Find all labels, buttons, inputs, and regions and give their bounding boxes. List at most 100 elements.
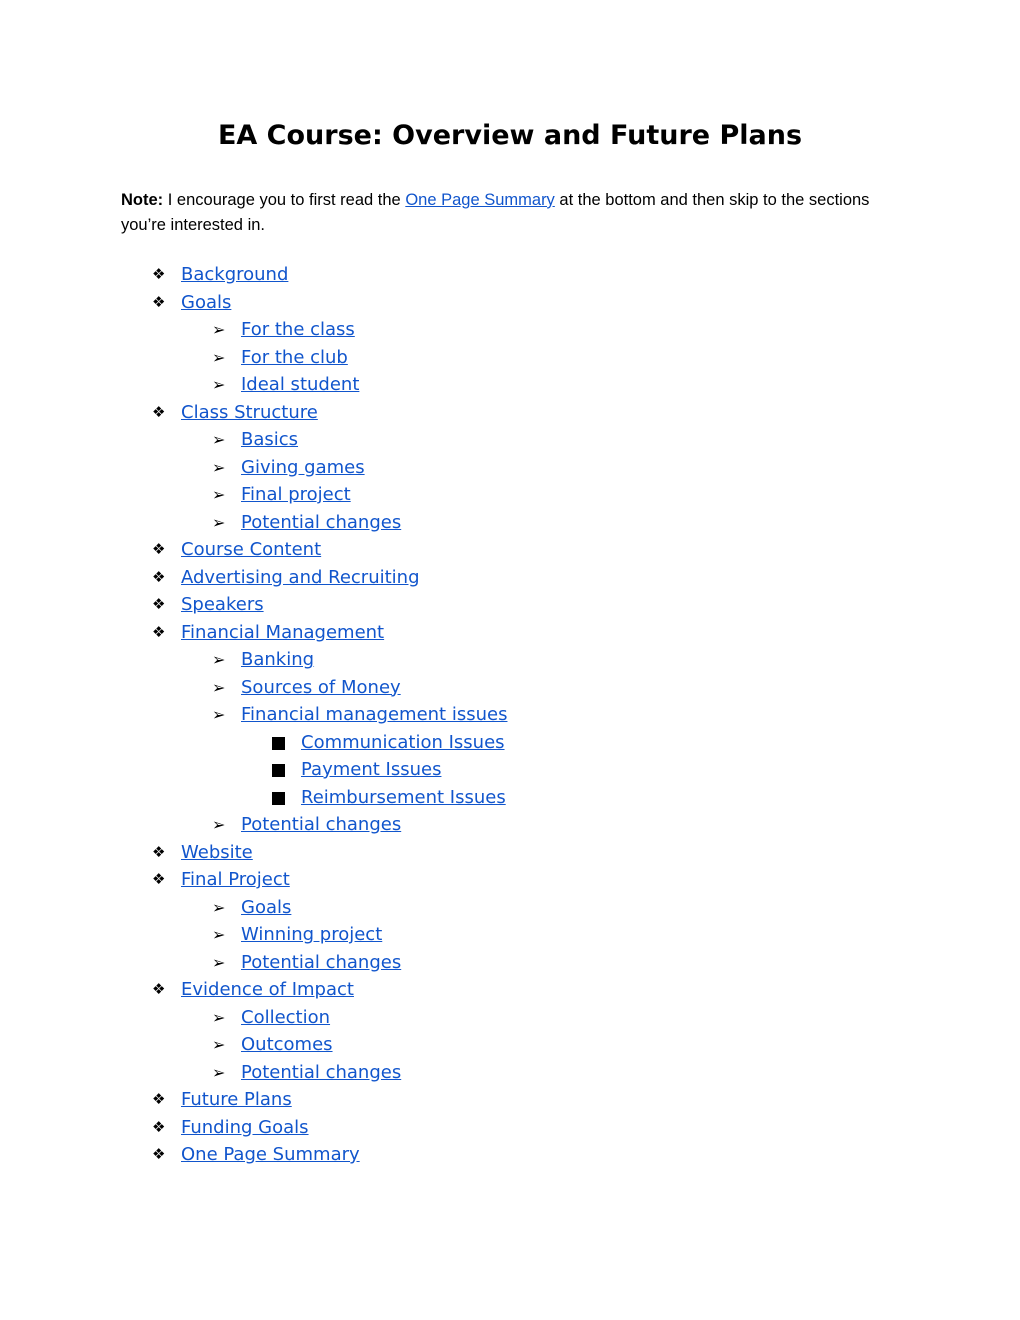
toc-link[interactable]: Goals (241, 894, 291, 922)
toc-item: ❖ Evidence of Impact (0, 976, 1020, 1004)
toc-item: Communication Issues (0, 729, 1020, 757)
arrow-bullet-icon: ➢ (212, 320, 226, 339)
diamond-bullet-icon: ❖ (152, 567, 166, 586)
note-text-before: I encourage you to first read the (163, 191, 406, 209)
square-bullet-icon (272, 764, 285, 777)
arrow-bullet-icon: ➢ (212, 375, 226, 394)
toc-link[interactable]: Potential changes (241, 1059, 401, 1087)
toc-item: Reimbursement Issues (0, 784, 1020, 812)
diamond-bullet-icon: ❖ (152, 402, 166, 421)
toc-item: ➢ Goals (0, 894, 1020, 922)
toc-link[interactable]: Goals (181, 289, 231, 317)
toc-link[interactable]: Final project (241, 481, 351, 509)
toc-link[interactable]: Payment Issues (301, 756, 441, 784)
toc-link[interactable]: Financial management issues (241, 701, 507, 729)
toc-item: ❖ Speakers (0, 591, 1020, 619)
toc-link[interactable]: Background (181, 261, 288, 289)
toc-link[interactable]: Potential changes (241, 509, 401, 537)
arrow-bullet-icon: ➢ (212, 485, 226, 504)
toc-link[interactable]: Website (181, 839, 253, 867)
toc-item: ❖ Advertising and Recruiting (0, 564, 1020, 592)
table-of-contents: ❖ Background ❖ Goals ➢ For the class ➢ For the … (0, 261, 1020, 1169)
toc-item: ➢ Potential changes (0, 811, 1020, 839)
toc-item: ❖ Goals (0, 289, 1020, 317)
toc-link[interactable]: Sources of Money (241, 674, 401, 702)
diamond-bullet-icon: ❖ (152, 265, 166, 283)
toc-link[interactable]: For the club (241, 344, 348, 372)
toc-item: ➢ For the class (0, 316, 1020, 344)
toc-link[interactable]: Potential changes (241, 811, 401, 839)
toc-link[interactable]: One Page Summary (181, 1141, 360, 1169)
arrow-bullet-icon: ➢ (212, 512, 226, 532)
toc-item: ➢ Final project (0, 481, 1020, 509)
arrow-bullet-icon: ➢ (212, 1062, 226, 1082)
document-title: EA Course: Overview and Future Plans (217, 120, 803, 151)
toc-link[interactable]: Collection (241, 1004, 330, 1032)
one-page-summary-link[interactable]: One Page Summary (405, 191, 554, 209)
toc-item: ➢ Winning project (0, 921, 1020, 949)
toc-link[interactable]: Future Plans (181, 1086, 292, 1114)
arrow-bullet-icon: ➢ (212, 815, 226, 834)
toc-link[interactable]: Outcomes (241, 1031, 333, 1059)
arrow-bullet-icon: ➢ (212, 677, 226, 697)
arrow-bullet-icon: ➢ (212, 650, 226, 669)
toc-item: ➢ Potential changes (0, 949, 1020, 977)
toc-link[interactable]: Evidence of Impact (181, 976, 354, 1004)
arrow-bullet-icon: ➢ (212, 347, 226, 367)
toc-item: ❖ Background (0, 261, 1020, 289)
toc-link[interactable]: Course Content (181, 536, 321, 564)
note-paragraph: Note: I encourage you to first read the … (121, 188, 901, 238)
arrow-bullet-icon: ➢ (212, 457, 226, 477)
toc-link[interactable]: Banking (241, 646, 314, 674)
toc-item: ❖ Future Plans (0, 1086, 1020, 1114)
toc-link[interactable]: For the class (241, 316, 355, 344)
diamond-bullet-icon: ❖ (152, 595, 166, 613)
square-bullet-icon (272, 736, 285, 750)
toc-link[interactable]: Advertising and Recruiting (181, 564, 420, 592)
toc-link[interactable]: Funding Goals (181, 1114, 309, 1142)
square-bullet-icon (272, 791, 285, 805)
diamond-bullet-icon: ❖ (152, 540, 166, 558)
diamond-bullet-icon: ❖ (152, 1117, 166, 1136)
arrow-bullet-icon: ➢ (212, 897, 226, 917)
toc-item: ➢ Potential changes (0, 509, 1020, 537)
toc-item: ➢ Outcomes (0, 1031, 1020, 1059)
toc-item: ❖ Class Structure (0, 399, 1020, 427)
toc-link[interactable]: Speakers (181, 591, 264, 619)
toc-item: ❖ Final Project (0, 866, 1020, 894)
toc-item: ❖ Website (0, 839, 1020, 867)
arrow-bullet-icon: ➢ (212, 1007, 226, 1027)
arrow-bullet-icon: ➢ (212, 705, 226, 724)
diamond-bullet-icon: ❖ (152, 980, 166, 998)
toc-link[interactable]: Potential changes (241, 949, 401, 977)
toc-item: ➢ Potential changes (0, 1059, 1020, 1087)
toc-link[interactable]: Ideal student (241, 371, 359, 399)
toc-item: ➢ Basics (0, 426, 1020, 454)
toc-item: ❖ Course Content (0, 536, 1020, 564)
note-label: Note: (121, 191, 164, 209)
toc-item: ❖ Funding Goals (0, 1114, 1020, 1142)
toc-link[interactable]: Reimbursement Issues (301, 784, 506, 812)
toc-item: ➢ Collection (0, 1004, 1020, 1032)
toc-item: ❖ One Page Summary (0, 1141, 1020, 1169)
toc-link[interactable]: Class Structure (181, 399, 318, 427)
arrow-bullet-icon: ➢ (212, 1035, 226, 1054)
toc-item: ➢ Financial management issues (0, 701, 1020, 729)
toc-link[interactable]: Winning project (241, 921, 382, 949)
toc-item: ❖ Financial Management (0, 619, 1020, 647)
arrow-bullet-icon: ➢ (212, 430, 226, 449)
arrow-bullet-icon: ➢ (212, 925, 226, 944)
toc-item: Payment Issues (0, 756, 1020, 784)
toc-item: ➢ Ideal student (0, 371, 1020, 399)
toc-item: ➢ Banking (0, 646, 1020, 674)
diamond-bullet-icon: ❖ (152, 842, 166, 861)
toc-item: ➢ Sources of Money (0, 674, 1020, 702)
diamond-bullet-icon: ❖ (152, 1145, 166, 1163)
diamond-bullet-icon: ❖ (152, 292, 166, 311)
toc-link[interactable]: Final Project (181, 866, 290, 894)
toc-link[interactable]: Basics (241, 426, 298, 454)
toc-link[interactable]: Communication Issues (301, 729, 505, 757)
toc-link[interactable]: Giving games (241, 454, 365, 482)
diamond-bullet-icon: ❖ (152, 1090, 166, 1108)
toc-link[interactable]: Financial Management (181, 619, 384, 647)
